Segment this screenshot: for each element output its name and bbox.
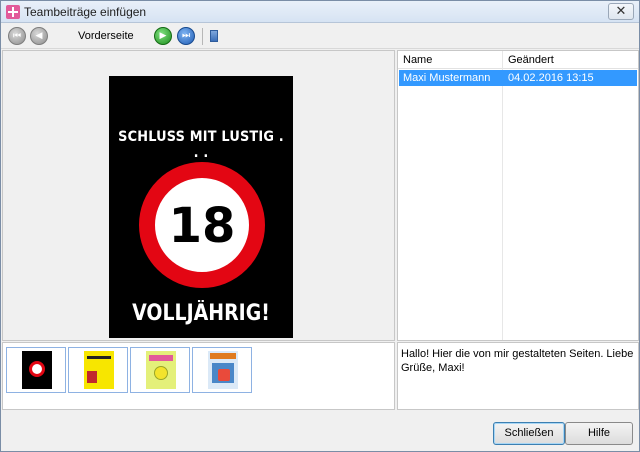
list-header: Name Geändert	[398, 51, 638, 69]
page-preview-panel: SCHLUSS MIT LUSTIG . . . 18 VOLLJÄHRIG!	[2, 50, 395, 341]
first-page-icon: ⏮	[12, 31, 22, 41]
contributors-list: Name Geändert Maxi Mustermann 04.02.2016…	[397, 50, 639, 341]
thumbnail-newspaper[interactable]	[192, 347, 252, 393]
close-window-button[interactable]: ✕	[608, 3, 634, 20]
next-page-button[interactable]: ▶	[154, 27, 172, 45]
comment-text: Hallo! Hier die von mir gestalteten Seit…	[401, 348, 634, 374]
title-bar: Teambeiträge einfügen ✕	[1, 1, 639, 23]
toolbar: ⏮ ◀ Vorderseite ▶ ⏭	[1, 24, 639, 49]
column-header-changed[interactable]: Geändert	[508, 54, 554, 66]
page-thumbnails	[2, 342, 395, 410]
row-changed: 04.02.2016 13:15	[508, 72, 594, 84]
column-header-name[interactable]: Name	[403, 54, 432, 66]
next-page-icon: ▶	[159, 31, 167, 41]
thumbnail-lime[interactable]	[130, 347, 190, 393]
column-divider	[502, 51, 503, 340]
row-name: Maxi Mustermann	[403, 72, 491, 84]
help-button[interactable]: Hilfe	[565, 422, 633, 445]
page-icon[interactable]	[210, 30, 218, 42]
thumbnail-image	[22, 351, 52, 389]
first-page-button[interactable]: ⏮	[8, 27, 26, 45]
card-headline: SCHLUSS MIT LUSTIG . . .	[118, 129, 284, 161]
window-title: Teambeiträge einfügen	[24, 5, 147, 19]
toolbar-separator	[202, 28, 203, 45]
speed-limit-sign: 18	[139, 162, 265, 288]
last-page-icon: ⏭	[181, 31, 191, 41]
previous-page-icon: ◀	[35, 31, 43, 41]
gift-icon	[6, 5, 20, 19]
thumbnail-image	[146, 351, 176, 389]
close-button[interactable]: Schließen	[493, 422, 565, 445]
dialog-footer: Schließen Hilfe	[1, 411, 639, 451]
thumbnail-yellow[interactable]	[68, 347, 128, 393]
previous-page-button[interactable]: ◀	[30, 27, 48, 45]
dialog-window: Teambeiträge einfügen ✕ ⏮ ◀ Vorderseite …	[0, 0, 640, 452]
last-page-button[interactable]: ⏭	[177, 27, 195, 45]
card-preview: SCHLUSS MIT LUSTIG . . . 18 VOLLJÄHRIG!	[109, 76, 293, 338]
comment-panel: Hallo! Hier die von mir gestalteten Seit…	[397, 342, 639, 410]
list-row[interactable]: Maxi Mustermann 04.02.2016 13:15	[399, 70, 637, 86]
page-label: Vorderseite	[78, 30, 134, 42]
card-number: 18	[168, 198, 236, 254]
card-footer-text: VOLLJÄHRIG!	[132, 301, 270, 326]
thumbnail-image	[208, 351, 238, 389]
thumbnail-volljaehrig[interactable]	[6, 347, 66, 393]
thumbnail-image	[84, 351, 114, 389]
